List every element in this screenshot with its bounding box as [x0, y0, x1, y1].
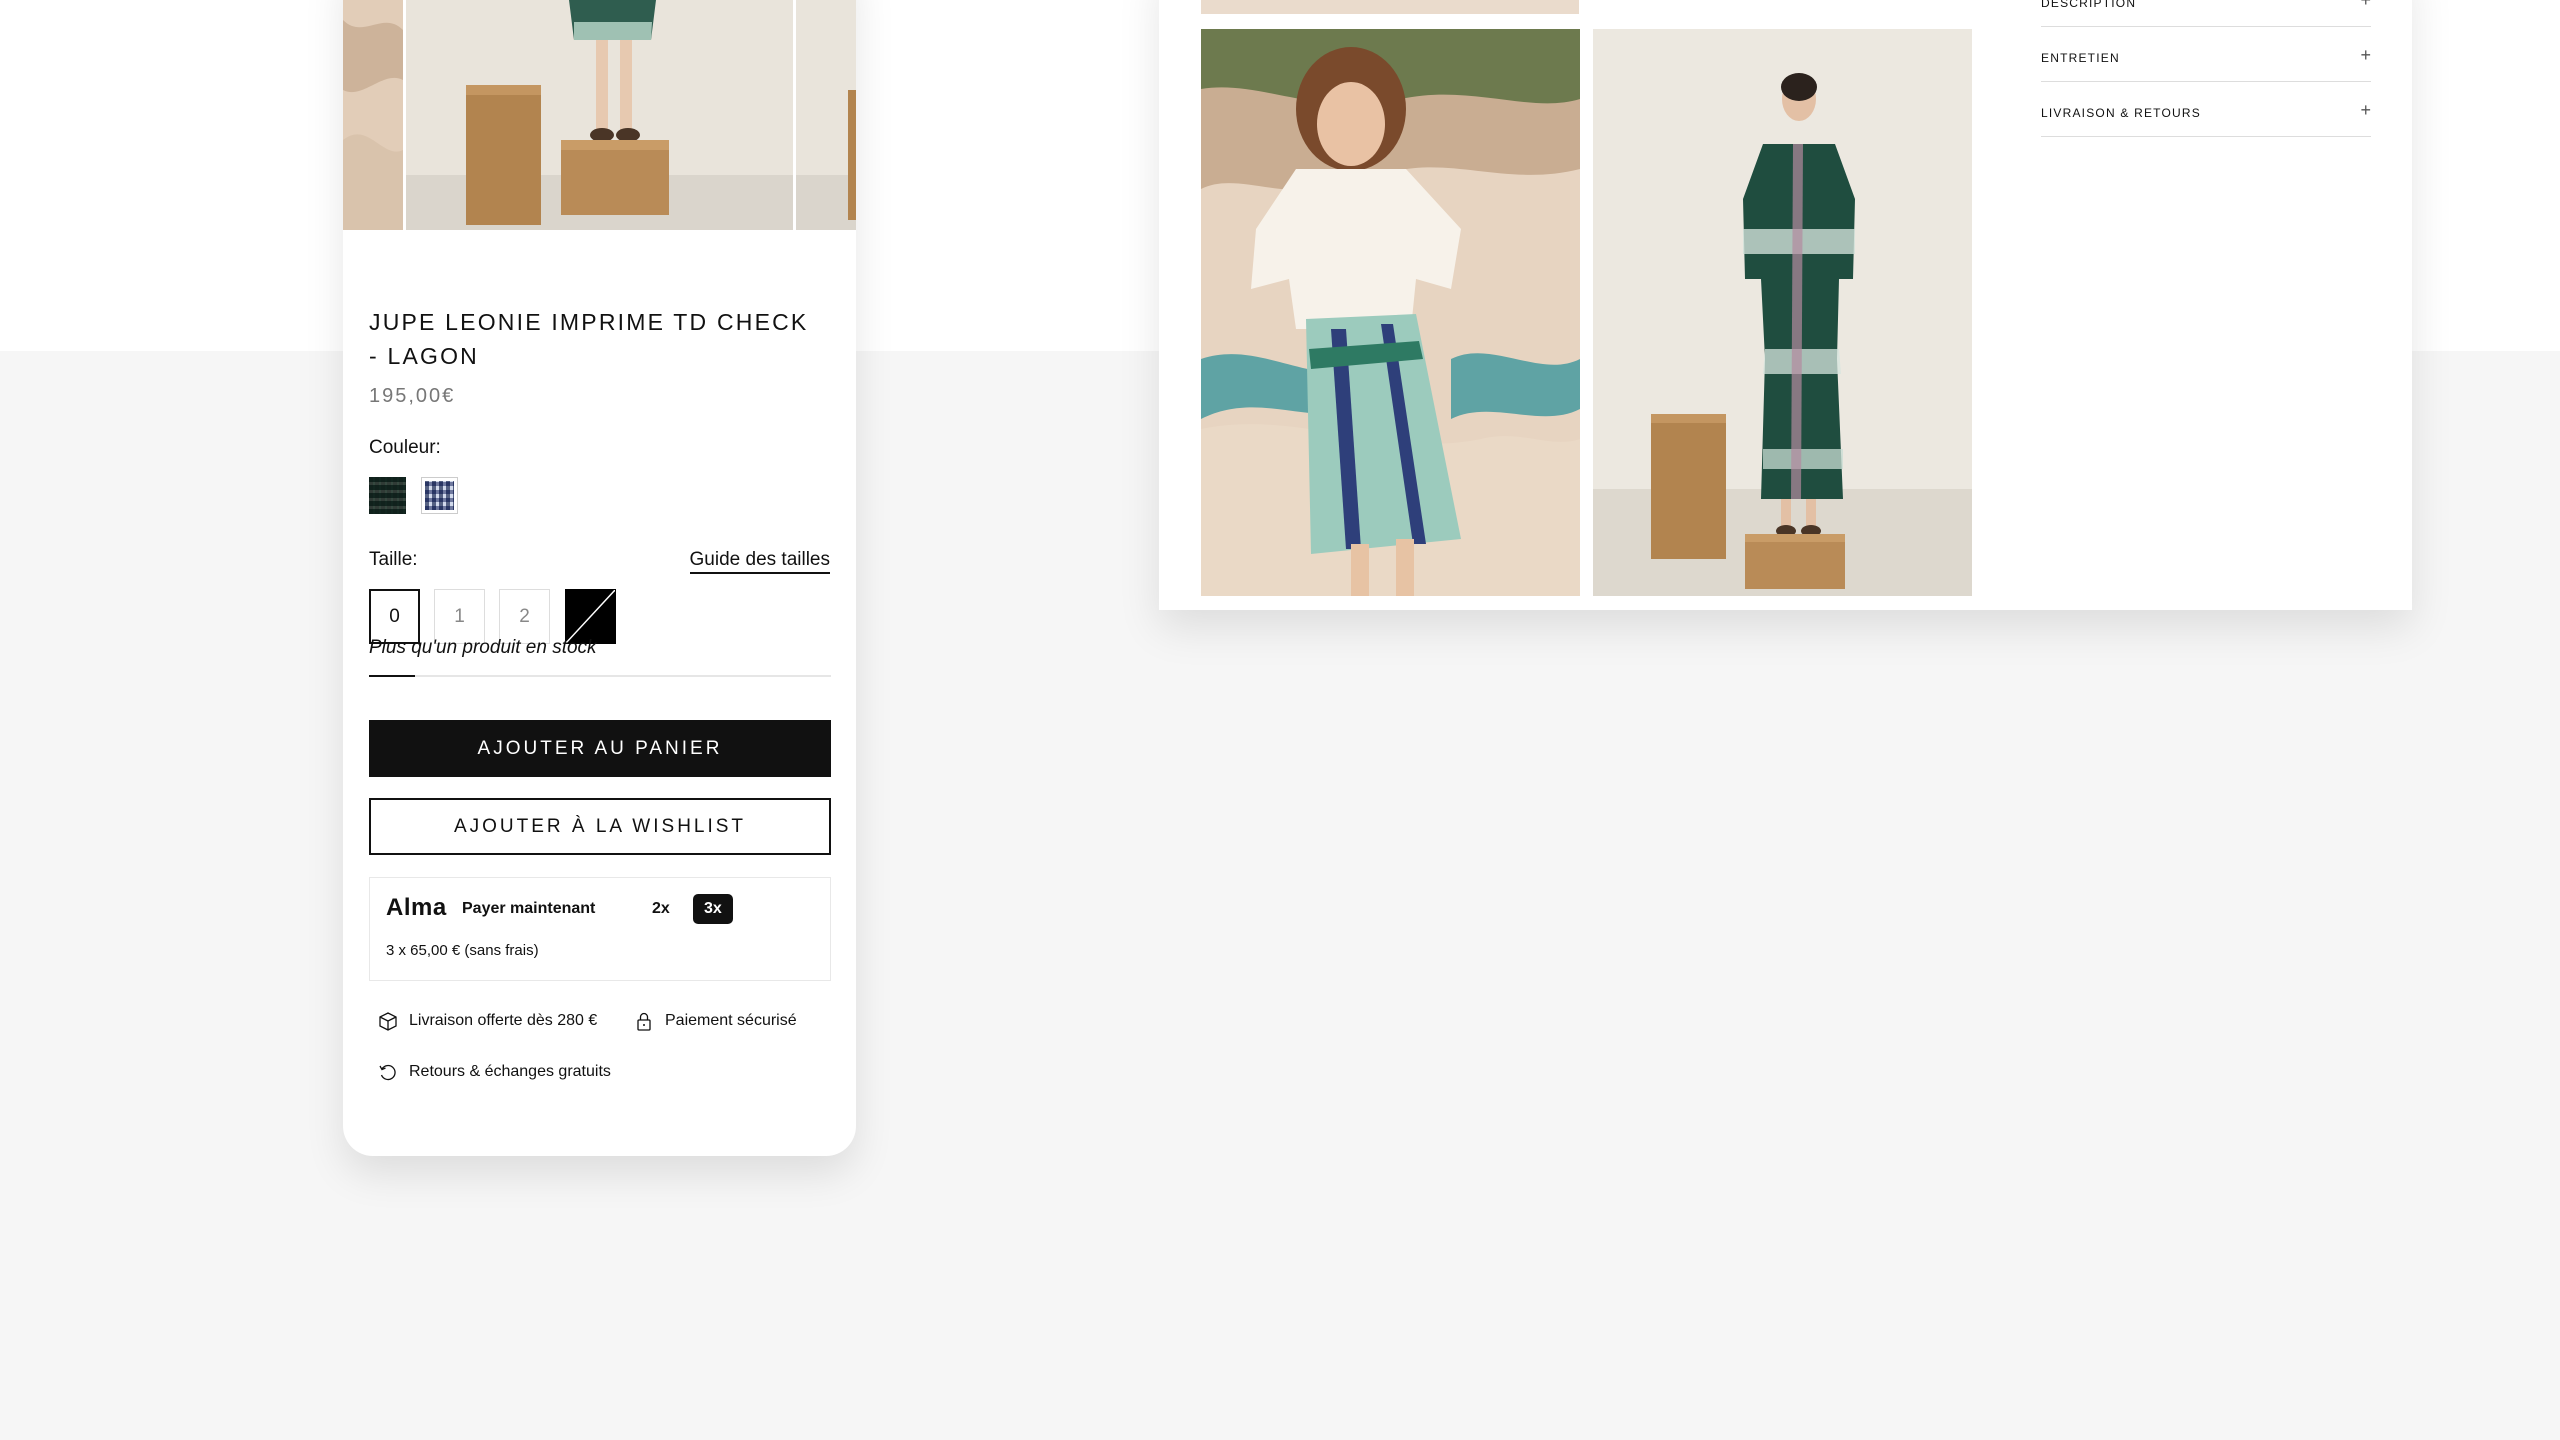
- accordion-label: DESCRIPTION: [2041, 0, 2137, 10]
- alma-option-2x[interactable]: 2x: [652, 900, 670, 918]
- alma-option-pay-now[interactable]: Payer maintenant: [462, 900, 595, 918]
- feature-label: Livraison offerte dès 280 €: [409, 1012, 598, 1029]
- gallery-image-next[interactable]: [796, 0, 856, 230]
- stock-message: Plus qu'un produit en stock: [369, 637, 597, 658]
- product-price: 195,00€: [369, 385, 456, 407]
- color-swatch-blue-check[interactable]: [421, 477, 458, 514]
- alma-option-3x[interactable]: 3x: [693, 894, 733, 924]
- feature-label: Paiement sécurisé: [665, 1012, 797, 1029]
- accordion-label: LIVRAISON & RETOURS: [2041, 106, 2201, 120]
- accordion-care[interactable]: ENTRETIEN +: [2041, 27, 2371, 82]
- desktop-product-card: DESCRIPTION + ENTRETIEN + LIVRAISON & RE…: [1159, 0, 2412, 610]
- gallery-image-prev[interactable]: [343, 0, 403, 230]
- swatch-pattern: [369, 477, 406, 514]
- mobile-product-card: JUPE LEONIE IMPRIME TD CHECK - LAGON 195…: [343, 0, 856, 1156]
- color-label: Couleur:: [369, 437, 441, 458]
- add-to-wishlist-button[interactable]: AJOUTER À LA WISHLIST: [369, 798, 831, 855]
- gallery-image-model-rocks[interactable]: [1201, 29, 1580, 596]
- gallery-image-top-strip: [1201, 0, 1579, 14]
- gallery-image-main[interactable]: [406, 0, 793, 230]
- feature-free-shipping: Livraison offerte dès 280 €: [377, 1010, 597, 1032]
- size-label: Taille:: [369, 549, 418, 570]
- mobile-image-gallery[interactable]: [343, 0, 856, 230]
- gallery-image-model-studio[interactable]: [1593, 29, 1972, 596]
- size-option-2[interactable]: 2: [499, 589, 550, 644]
- add-to-cart-button[interactable]: AJOUTER AU PANIER: [369, 720, 831, 777]
- alma-installment-note: 3 x 65,00 € (sans frais): [386, 942, 539, 959]
- alma-logo: Alma: [386, 894, 447, 921]
- alma-payment-box: Alma Payer maintenant 2x 3x 3 x 65,00 € …: [369, 877, 831, 981]
- swatch-pattern-overlay: [425, 481, 454, 510]
- plus-icon: +: [2360, 45, 2371, 65]
- box-icon: [379, 1012, 397, 1031]
- feature-label: Retours & échanges gratuits: [409, 1063, 611, 1080]
- accordion-description[interactable]: DESCRIPTION +: [2041, 0, 2371, 27]
- lock-icon: [637, 1012, 651, 1031]
- size-option-unavailable: [565, 589, 616, 644]
- color-swatch-green-check[interactable]: [369, 477, 406, 514]
- strikethrough-icon: [566, 590, 615, 643]
- plus-icon: +: [2360, 0, 2371, 10]
- size-option-0[interactable]: 0: [369, 589, 420, 644]
- feature-free-returns: Retours & échanges gratuits: [377, 1061, 611, 1083]
- size-guide-link[interactable]: Guide des tailles: [689, 549, 830, 574]
- size-option-1[interactable]: 1: [434, 589, 485, 644]
- feature-secure-payment: Paiement sécurisé: [633, 1010, 797, 1032]
- stock-level-fill: [369, 675, 416, 677]
- accordion-label: ENTRETIEN: [2041, 51, 2120, 65]
- stock-level-bar: [369, 675, 831, 677]
- product-title: JUPE LEONIE IMPRIME TD CHECK - LAGON: [369, 309, 809, 369]
- plus-icon: +: [2360, 100, 2371, 120]
- accordion-shipping-returns[interactable]: LIVRAISON & RETOURS +: [2041, 82, 2371, 137]
- return-icon: [379, 1064, 396, 1081]
